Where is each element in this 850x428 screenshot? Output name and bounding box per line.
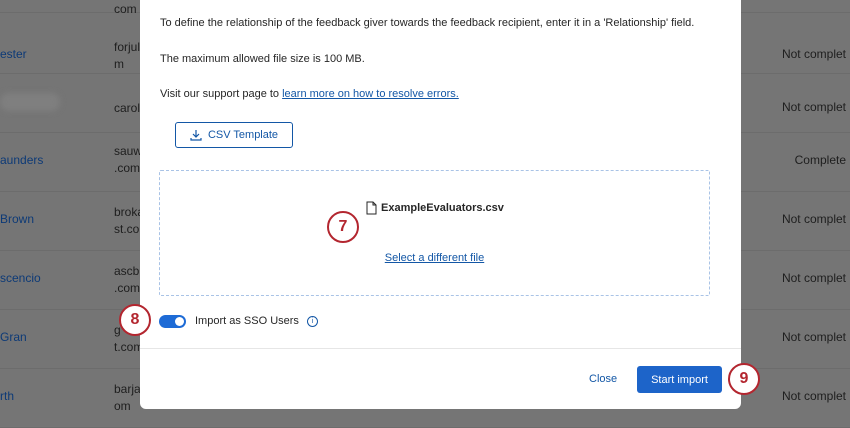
download-icon bbox=[190, 130, 202, 141]
row-name[interactable]: Gran bbox=[0, 330, 27, 344]
row-status: Not complet bbox=[781, 330, 846, 344]
info-icon[interactable]: i bbox=[307, 316, 318, 327]
row-status: Not complet bbox=[781, 212, 846, 226]
file-name-text: ExampleEvaluators.csv bbox=[381, 202, 504, 214]
row-name[interactable]: ester bbox=[0, 47, 27, 61]
sso-toggle[interactable] bbox=[159, 315, 186, 328]
row-name[interactable]: aunders bbox=[0, 153, 43, 167]
footer-divider bbox=[140, 348, 741, 349]
select-different-file-wrap: Select a different file bbox=[160, 252, 709, 264]
csv-template-label: CSV Template bbox=[207, 129, 279, 141]
close-button[interactable]: Close bbox=[589, 373, 617, 385]
row-name[interactable]: rth bbox=[0, 389, 14, 403]
row-status: Not complet bbox=[781, 47, 846, 61]
sso-label: Import as SSO Users bbox=[195, 315, 299, 327]
support-text: Visit our support page to learn more on … bbox=[160, 88, 459, 100]
import-modal: To define the relationship of the feedba… bbox=[140, 0, 741, 409]
csv-template-button[interactable]: CSV Template bbox=[175, 122, 293, 148]
row-status: Not complet bbox=[781, 100, 846, 114]
file-size-text: The maximum allowed file size is 100 MB. bbox=[160, 53, 365, 65]
row-status: Not complet bbox=[781, 271, 846, 285]
file-dropzone[interactable]: ExampleEvaluators.csv Select a different… bbox=[159, 170, 710, 296]
callout-9: 9 bbox=[728, 363, 760, 395]
row-name[interactable]: scencio bbox=[0, 271, 41, 285]
callout-7: 7 bbox=[327, 211, 359, 243]
selected-file: ExampleEvaluators.csv bbox=[366, 201, 504, 215]
callout-8: 8 bbox=[119, 304, 151, 336]
support-prefix: Visit our support page to bbox=[160, 88, 283, 100]
start-import-button[interactable]: Start import bbox=[637, 366, 722, 393]
support-link[interactable]: learn more on how to resolve errors. bbox=[282, 88, 459, 100]
select-different-file-link[interactable]: Select a different file bbox=[385, 252, 484, 264]
file-icon bbox=[366, 201, 377, 215]
relationship-text: To define the relationship of the feedba… bbox=[160, 17, 695, 29]
row-status: Complete bbox=[794, 153, 846, 167]
row-name[interactable]: Brown bbox=[0, 212, 34, 226]
row-status: Not complet bbox=[781, 389, 846, 403]
start-import-label: Start import bbox=[651, 373, 708, 386]
toggle-knob bbox=[175, 317, 184, 326]
